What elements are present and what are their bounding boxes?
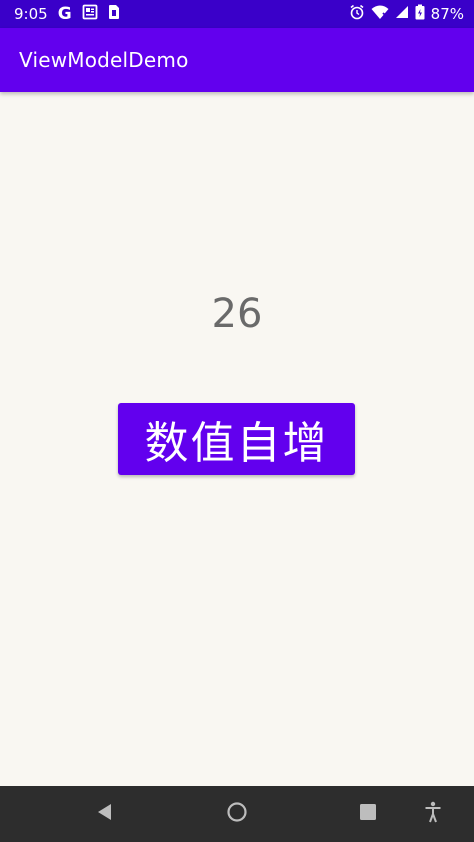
status-left: 9:05 G bbox=[14, 4, 120, 24]
status-bar: 9:05 G 87% bbox=[0, 0, 474, 28]
battery-percent: 87% bbox=[430, 5, 464, 23]
alarm-icon bbox=[349, 4, 365, 24]
sim-icon bbox=[108, 4, 120, 24]
news-icon bbox=[82, 4, 98, 24]
status-right: 87% bbox=[349, 4, 464, 24]
google-g-icon: G bbox=[57, 3, 72, 24]
wifi-icon bbox=[371, 4, 389, 24]
home-button[interactable] bbox=[213, 786, 261, 842]
back-icon bbox=[95, 802, 113, 826]
accessibility-button[interactable] bbox=[412, 786, 454, 842]
app-title: ViewModelDemo bbox=[19, 48, 189, 72]
app-bar: ViewModelDemo bbox=[0, 28, 474, 92]
recents-button[interactable] bbox=[344, 786, 392, 842]
main-content: 26 数值自增 bbox=[0, 92, 474, 786]
home-icon bbox=[226, 801, 248, 827]
counter-text: 26 bbox=[211, 291, 263, 337]
status-time: 9:05 bbox=[14, 5, 48, 23]
back-button[interactable] bbox=[80, 786, 128, 842]
navigation-bar bbox=[0, 786, 474, 842]
signal-icon bbox=[395, 5, 409, 23]
increment-button[interactable]: 数值自增 bbox=[118, 403, 355, 475]
battery-icon bbox=[415, 4, 425, 24]
recents-icon bbox=[359, 803, 377, 825]
accessibility-icon bbox=[424, 801, 442, 827]
